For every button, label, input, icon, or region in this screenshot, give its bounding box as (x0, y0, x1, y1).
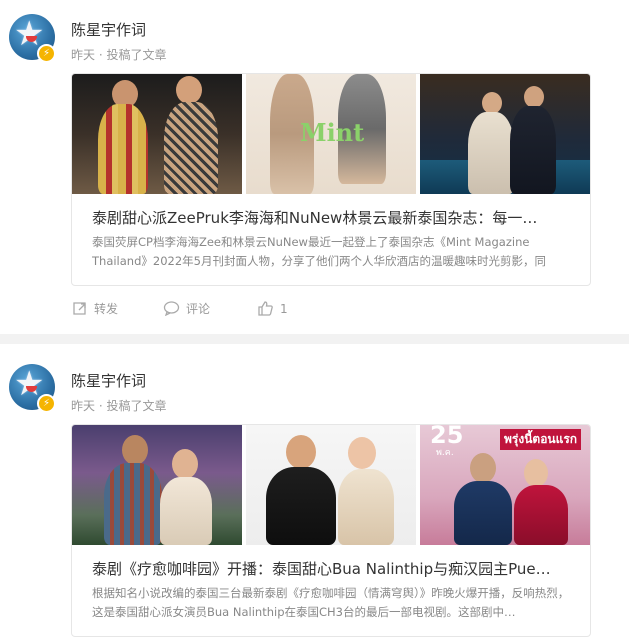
poster-thai-title: พรุ่งนี้ตอนแรก (500, 429, 582, 450)
article-card[interactable]: Mint 泰剧甜心派ZeePruk李海海和NuNew林景云最新泰国杂志：每一… … (71, 73, 591, 286)
comment-icon (163, 301, 180, 316)
post-separator (0, 334, 629, 344)
article-image (72, 74, 242, 194)
like-button[interactable]: 1 (257, 299, 307, 319)
article-image (72, 425, 242, 545)
post-actions: 转发 评论 1 (71, 299, 471, 319)
article-image (246, 425, 416, 545)
article-summary: 根据知名小说改编的泰国三台最新泰剧《疗愈咖啡园（情满穹舆）》昨晚火爆开播，反响热… (92, 586, 570, 619)
poster-month: พ.ค. (436, 448, 454, 458)
post-meta: 昨天 · 投稿了文章 (71, 48, 167, 62)
article-card[interactable]: 25 พ.ค. พรุ่งนี้ตอนแรก 泰剧《疗愈咖啡园》开播：泰国甜心B… (71, 424, 591, 637)
article-title[interactable]: 泰剧《疗愈咖啡园》开播：泰国甜心Bua Nalinthip与痴汉园主Pue… (92, 558, 572, 579)
feed-post: ★ ⚡ 陈星宇作词 昨天 · 投稿了文章 Mint 泰剧甜心派ZeePruk李海… (0, 0, 629, 334)
article-image: 25 พ.ค. พรุ่งนี้ตอนแรก (420, 425, 590, 545)
verified-badge-icon: ⚡ (37, 44, 56, 63)
feed-post: ★ ⚡ 陈星宇作词 昨天 · 投稿了文章 25 พ.ค. พรุ่งนี้ตอน… (0, 344, 629, 637)
article-image: Mint (246, 74, 416, 194)
repost-label: 转发 (94, 302, 119, 316)
post-meta: 昨天 · 投稿了文章 (71, 399, 167, 413)
author-name[interactable]: 陈星宇作词 (71, 19, 146, 40)
article-image (420, 74, 590, 194)
magazine-logo: Mint (300, 118, 365, 147)
article-title[interactable]: 泰剧甜心派ZeePruk李海海和NuNew林景云最新泰国杂志：每一… (92, 207, 572, 228)
verified-badge-icon: ⚡ (37, 394, 56, 413)
article-summary: 泰国荧屏CP档李海海Zee和林景云NuNew最近一起登上了泰国杂志《Mint M… (92, 235, 546, 268)
article-images: Mint (72, 74, 590, 194)
like-count: 1 (280, 302, 288, 316)
repost-button[interactable]: 转发 (71, 299, 131, 319)
comment-button[interactable]: 评论 (163, 299, 223, 319)
article-images: 25 พ.ค. พรุ่งนี้ตอนแรก (72, 425, 590, 545)
repost-icon (73, 302, 86, 315)
comment-label: 评论 (186, 302, 211, 316)
thumbs-up-icon (258, 301, 273, 316)
author-name[interactable]: 陈星宇作词 (71, 370, 146, 391)
